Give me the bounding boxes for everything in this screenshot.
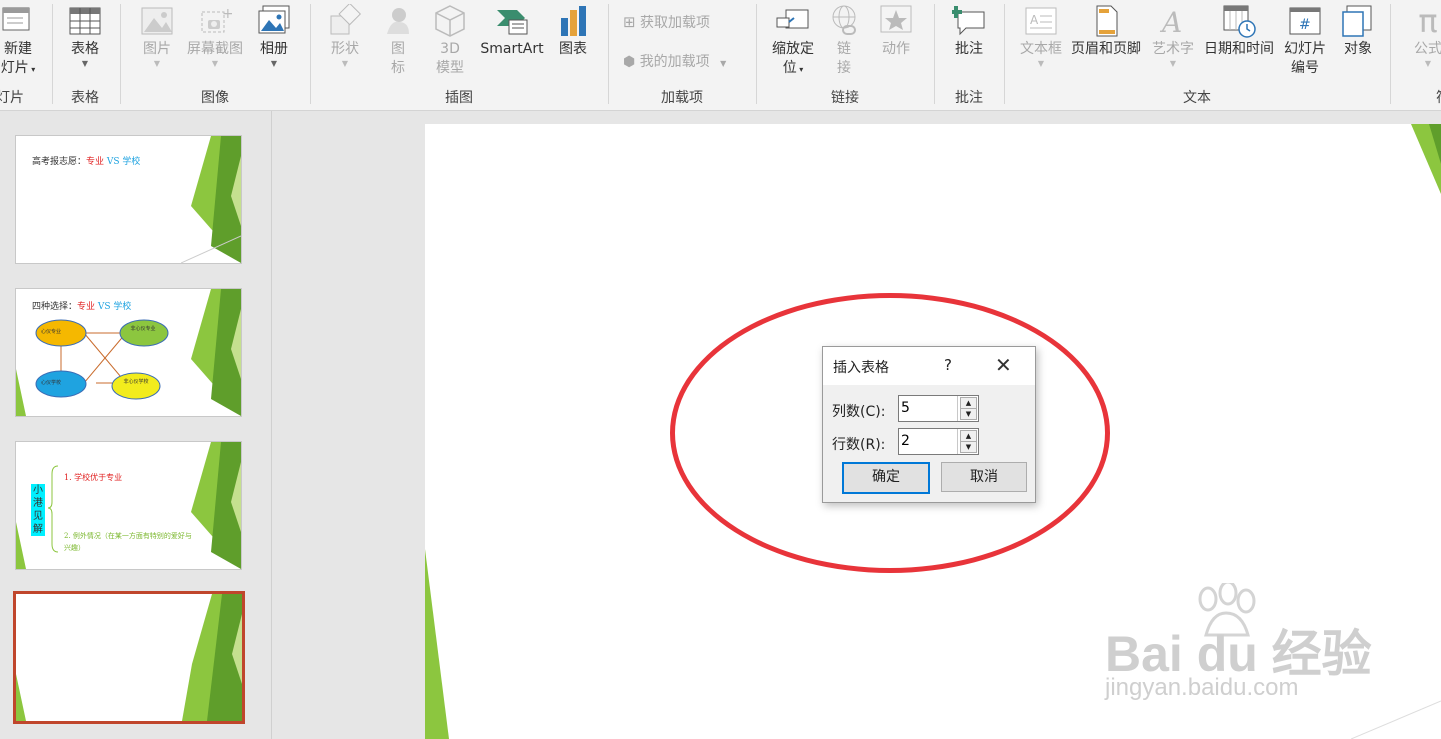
group-illustrations: 插图 (310, 0, 608, 110)
green-decoration (425, 549, 449, 739)
green-decoration (16, 674, 26, 721)
ok-button[interactable]: 确定 (842, 462, 930, 494)
rows-input[interactable] (901, 431, 953, 450)
green-decoration (182, 594, 242, 721)
slide-thumbnail-pane[interactable]: 高考报志愿：专业 VS 学校 四种选择：专业 VS 学校 心仪专业 非心仪专业 … (0, 111, 272, 739)
node-label: 非心仪学校 (123, 379, 149, 385)
columns-stepper[interactable]: ▲ ▼ (898, 395, 979, 422)
node-label: 非心仪专业 (130, 326, 156, 332)
slide-3-point-1: 1. 学校优于专业 (64, 473, 123, 482)
group-label-illustrations: 插图 (445, 90, 473, 106)
slide-3-side-label: 小港见解 (31, 484, 45, 536)
rows-stepper[interactable]: ▲ ▼ (898, 428, 979, 455)
group-images: 图像 (120, 0, 310, 110)
node-label: 心仪专业 (41, 329, 62, 335)
insert-table-dialog: 插入表格 ? ✕ 列数(C): ▲ ▼ 行数(R): ▲ ▼ 确定 取消 (822, 346, 1036, 503)
group-comments: 批注 (934, 0, 1004, 110)
group-label-text: 文本 (1183, 90, 1211, 106)
group-label-symbols: 符 (1436, 87, 1441, 107)
rows-label: 行数(R): (832, 437, 886, 453)
group-label-tables: 表格 (71, 90, 99, 106)
bracket (47, 465, 59, 553)
group-separator (52, 4, 53, 104)
slide-thumbnail-2[interactable]: 四种选择：专业 VS 学校 心仪专业 非心仪专业 心仪学校 非心仪学校 (15, 288, 242, 417)
group-symbols: 符 (1430, 0, 1441, 110)
rows-spinner: ▲ ▼ (957, 429, 978, 454)
help-icon[interactable]: ? (944, 356, 952, 374)
columns-label: 列数(C): (832, 404, 886, 420)
group-slides: 灯片 (0, 0, 40, 110)
group-label-links: 链接 (831, 90, 859, 106)
decrement-columns-icon[interactable]: ▼ (960, 408, 977, 420)
green-decoration (1411, 124, 1441, 194)
decrement-rows-icon[interactable]: ▼ (960, 441, 977, 453)
slide-thumbnail-4[interactable] (13, 591, 245, 724)
group-label-addins: 加载项 (661, 90, 703, 106)
dialog-title-bar: 插入表格 ? ✕ (823, 347, 1035, 385)
dialog-title: 插入表格 (833, 360, 889, 376)
green-decoration (16, 522, 26, 569)
watermark-url: jingyan.baidu.com (1105, 674, 1299, 701)
columns-spinner: ▲ ▼ (957, 396, 978, 421)
slide-3-point-2: 2. 例外情况（在某一方面有特别的爱好与兴趣） (64, 532, 192, 552)
columns-input[interactable] (901, 398, 953, 417)
slide-thumbnail-1[interactable]: 高考报志愿：专业 VS 学校 (15, 135, 242, 264)
group-label-comments: 批注 (955, 90, 983, 106)
slide-thumbnail-3[interactable]: 小港见解 1. 学校优于专业 2. 例外情况（在某一方面有特别的爱好与兴趣） (15, 441, 242, 570)
green-decoration (1351, 700, 1441, 739)
group-separator (1390, 4, 1391, 104)
close-icon[interactable]: ✕ (995, 353, 1012, 377)
group-links: 链接 (756, 0, 934, 110)
group-tables: 表格 (55, 0, 115, 110)
green-decoration (181, 136, 241, 263)
slide-1-title: 高考报志愿：专业 VS 学校 (32, 157, 141, 167)
cancel-button[interactable]: 取消 (941, 462, 1027, 492)
node-label: 心仪学校 (41, 380, 62, 386)
group-text: 文本 (1004, 0, 1390, 110)
choice-diagram (35, 319, 169, 400)
group-label-images: 图像 (201, 90, 229, 106)
ribbon: 新建 灯片 ▾ 灯片 表格 ▼ 表格 图片 ▼ + 屏幕截图 ▼ 相册 ▼ 图像… (0, 0, 1441, 111)
group-addins: 加载项 (608, 0, 756, 110)
group-label-slides: 灯片 (0, 90, 24, 106)
